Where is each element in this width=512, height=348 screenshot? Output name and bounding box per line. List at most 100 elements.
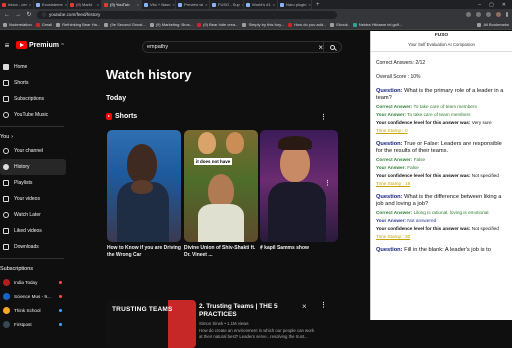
extension-icon[interactable] [486, 12, 491, 17]
timestamp-link[interactable]: Time Stamp : 0 [376, 128, 507, 133]
back-icon[interactable]: ← [4, 12, 10, 18]
sidebar-item-liked-videos[interactable]: Liked videos [0, 223, 68, 239]
minimize-icon[interactable]: – [478, 2, 481, 8]
new-tab-button[interactable]: + [312, 2, 324, 8]
extension-icon[interactable] [466, 12, 471, 17]
short-thumbnail[interactable]: it does not have [184, 130, 258, 242]
sidebar-item-history[interactable]: History [0, 159, 66, 175]
browser-tab-active[interactable]: (9) YouTub × [102, 0, 142, 9]
browser-tab[interactable]: Naru plugin × [278, 0, 312, 9]
close-window-icon[interactable]: ✕ [502, 2, 506, 8]
bookmark-item[interactable]: Rethinking Bear Ha... [56, 22, 100, 27]
close-tab-icon[interactable]: × [137, 2, 139, 7]
youtube-icon [104, 2, 108, 7]
close-tab-icon[interactable]: × [29, 2, 31, 7]
channel-avatar [3, 292, 10, 300]
bookmark-item[interactable]: (9) Marketing: Bros... [149, 22, 193, 27]
toolbar-icons [466, 12, 508, 17]
sidebar-item-your-channel[interactable]: Your channel [0, 143, 68, 159]
short-menu-icon[interactable]: ⋮ [324, 179, 331, 187]
bookmarks-bar: Noderelation Gmail Rethinking Bear Ha...… [0, 20, 512, 30]
close-tab-icon[interactable]: × [97, 2, 99, 7]
browser-tab[interactable]: Preview wi × [176, 0, 210, 9]
person-image [278, 136, 312, 150]
bookmark-item[interactable]: Ebook. [330, 22, 349, 27]
sidebar-item-watch-later[interactable]: Watch Later [0, 207, 68, 223]
url-field[interactable]: ⓘ youtube.com/feed/history [37, 10, 337, 19]
sidebar-item-your-videos[interactable]: Your videos [0, 191, 68, 207]
maximize-icon[interactable]: ▢ [489, 2, 494, 8]
bookmark-item[interactable]: (9) Bear hide crea... [197, 22, 238, 27]
browser-tab[interactable]: World's #1 × [244, 0, 278, 9]
sidebar-item-shorts[interactable]: Shorts [0, 75, 68, 91]
profile-avatar-icon[interactable] [496, 12, 501, 17]
close-tab-icon[interactable]: × [65, 2, 67, 7]
short-title[interactable]: Divine Union of Shiv-Shakti ft. Dr. Vine… [184, 245, 264, 259]
hamburger-menu-icon[interactable]: ≡ [0, 41, 14, 50]
sidebar-item-playlists[interactable]: Playlists [0, 175, 68, 191]
search-input[interactable]: empathy × [142, 41, 342, 53]
video-details: 2. Trusting Teams | THE 5 PRACTICES Simo… [199, 303, 367, 339]
bookmark-item[interactable]: How do you add... [288, 22, 326, 27]
sidebar-item-youtube-music[interactable]: YouTube Music [0, 107, 68, 123]
remove-from-history-icon[interactable]: × [302, 302, 307, 311]
bookmark-favicon [149, 22, 154, 27]
browser-tab[interactable]: (9) Markt × [68, 0, 102, 9]
timestamp-link[interactable]: Time Stamp : 30 [376, 234, 507, 239]
shorts-section-menu-icon[interactable]: ⋮ [320, 113, 327, 121]
video-channel[interactable]: Simon Sinek • 1.1M views [199, 321, 367, 326]
bookmark-item[interactable]: Simply try this fory... [242, 22, 284, 27]
hands-image [131, 180, 153, 194]
video-title[interactable]: 2. Trusting Teams | THE 5 PRACTICES [199, 303, 299, 319]
short-title[interactable]: How to Know if you are Driving the Wrong… [107, 245, 187, 259]
search-button[interactable] [323, 42, 341, 52]
site-info-icon[interactable]: ⓘ [42, 12, 46, 18]
short-thumbnail[interactable] [107, 130, 181, 242]
download-icon [3, 244, 9, 250]
sidebar-item-downloads[interactable]: Downloads [0, 239, 68, 255]
gmail-icon [2, 2, 6, 7]
browser-tab[interactable]: FUSO - Sup × [210, 0, 244, 9]
browser-tab-bar: Inbox - cer × Ecosisteme × (9) Markt × (9) … [0, 0, 512, 9]
short-title[interactable]: # kapil Samms show [260, 245, 334, 252]
extension-subtitle: Your Self Evaluation AI Companion [408, 42, 475, 47]
sidebar-subscription-item[interactable]: India Today [0, 275, 68, 289]
all-bookmarks-button[interactable]: All Bookmarks [477, 22, 509, 27]
live-indicator-icon [59, 280, 62, 284]
youtube-header: ≡ Premium IN empathy × [0, 31, 370, 59]
bookmark-item[interactable]: (9e Second Growt... [104, 22, 146, 27]
video-thumbnail[interactable]: TRUSTING TEAMS [106, 300, 196, 348]
correct-answer: Correct Answer: Liking is rational, lovi… [376, 210, 490, 215]
close-tab-icon[interactable]: × [308, 2, 310, 7]
sidebar-subscription-item[interactable]: Science Mus - 9... [0, 289, 68, 303]
timestamp-link[interactable]: Time Stamp : 16 [376, 181, 507, 186]
question-item: Question: What is the primary role of a … [376, 88, 504, 101]
sidebar-section-you[interactable]: You › [0, 130, 68, 143]
bookmark-item[interactable]: Noderelation [3, 22, 32, 27]
playlists-icon [3, 180, 9, 186]
browser-tab[interactable]: Inbox - cer × [0, 0, 34, 9]
close-tab-icon[interactable]: × [273, 2, 275, 7]
menu-icon[interactable] [506, 12, 508, 17]
reload-icon[interactable]: ↻ [26, 11, 32, 18]
video-menu-icon[interactable]: ⋮ [320, 301, 327, 309]
extension-icon[interactable] [476, 12, 481, 17]
tab-favicon [246, 2, 250, 7]
close-tab-icon[interactable]: × [205, 2, 207, 7]
bookmark-favicon [104, 22, 109, 27]
browser-tab[interactable]: Vito + Basn × [142, 0, 176, 9]
bookmark-item[interactable]: Nektra Hitcasm iel.golf... [352, 22, 402, 27]
divider [371, 51, 512, 52]
browser-tab[interactable]: Ecosisteme × [34, 0, 68, 9]
cartoon-character-image [198, 132, 216, 154]
sidebar-item-subscriptions[interactable]: Subscriptions [0, 91, 68, 107]
sidebar-item-home[interactable]: Home [0, 59, 68, 75]
bookmark-item[interactable]: Gmail [35, 22, 52, 27]
sidebar-subscription-item[interactable]: Think School [0, 303, 68, 317]
youtube-logo[interactable]: Premium IN [16, 41, 64, 49]
close-tab-icon[interactable]: × [173, 2, 175, 7]
sidebar-subscription-item[interactable]: Firstpost [0, 317, 68, 331]
forward-icon[interactable]: → [15, 12, 21, 18]
shorts-section-heading: Shorts [106, 113, 137, 120]
correct-answer: Correct Answer: False [376, 157, 426, 162]
